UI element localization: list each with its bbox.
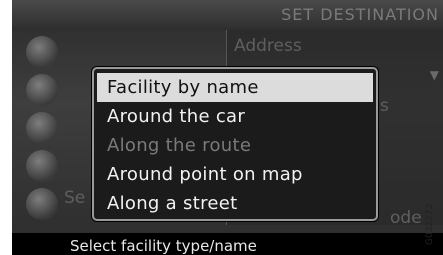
- menu-item-around-point-on-map[interactable]: Around point on map: [97, 160, 373, 189]
- header-bar: SET DESTINATION: [12, 0, 443, 30]
- menu-item-around-the-car[interactable]: Around the car: [97, 102, 373, 131]
- facility-popup-menu: Facility by name Around the car Along th…: [92, 67, 378, 221]
- screen-title: SET DESTINATION: [281, 5, 439, 24]
- menu-item-along-the-route: Along the route: [107, 135, 252, 156]
- partial-text: s: [380, 96, 389, 116]
- menu-option-icon: [26, 74, 58, 106]
- menu-option-icon: [26, 112, 58, 144]
- checkered-flag-icon: [26, 36, 58, 68]
- partial-text: Se: [64, 188, 86, 208]
- menu-item-along-a-street[interactable]: Along a street: [97, 189, 373, 218]
- image-code: G032272: [425, 203, 435, 245]
- address-label: Address: [234, 36, 302, 56]
- partial-text: ode: [390, 208, 422, 228]
- dropdown-arrow-icon: ▼: [429, 68, 439, 82]
- menu-option-icon: [26, 150, 58, 182]
- menu-option-icon: [26, 188, 58, 220]
- navigation-screen: SET DESTINATION Address ▼ s Se ode Selec…: [12, 0, 443, 255]
- menu-item-facility-by-name[interactable]: Facility by name: [97, 73, 373, 102]
- status-text: Select facility type/name: [70, 237, 257, 255]
- screenshot-frame: SET DESTINATION Address ▼ s Se ode Selec…: [0, 0, 443, 255]
